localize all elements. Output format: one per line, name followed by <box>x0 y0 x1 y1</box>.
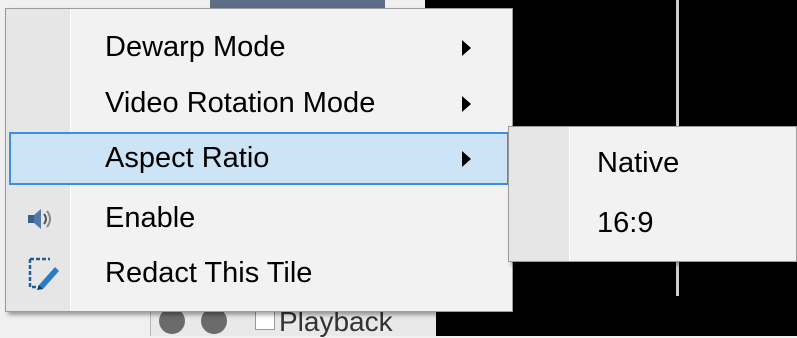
menu-item-redact-this-tile[interactable]: Redact This Tile <box>9 247 509 300</box>
aspect-ratio-submenu: Native 16:9 <box>508 126 797 262</box>
menu-item-label: Aspect Ratio <box>105 142 270 174</box>
menu-item-dewarp-mode[interactable]: Dewarp Mode <box>9 21 509 74</box>
submenu-item-label: Native <box>597 147 680 179</box>
menu-item-enable[interactable]: Enable <box>9 192 509 245</box>
submenu-arrow-icon <box>462 40 471 56</box>
menu-item-video-rotation-mode[interactable]: Video Rotation Mode <box>9 77 509 130</box>
submenu-item-label: 16:9 <box>597 207 654 239</box>
menu-item-label: Dewarp Mode <box>105 31 286 63</box>
submenu-arrow-icon <box>462 96 471 112</box>
redact-pencil-icon <box>25 255 61 291</box>
submenu-item-16-9[interactable]: 16:9 <box>509 193 796 253</box>
menu-item-aspect-ratio[interactable]: Aspect Ratio <box>9 132 509 185</box>
speaker-icon <box>25 204 55 234</box>
menu-item-label: Redact This Tile <box>105 257 313 289</box>
submenu-arrow-icon <box>462 151 471 167</box>
playback-checkbox[interactable] <box>255 310 275 330</box>
menu-item-label: Video Rotation Mode <box>105 87 376 119</box>
menu-item-label: Enable <box>105 202 196 234</box>
context-menu: Dewarp Mode Video Rotation Mode Aspect R… <box>5 8 513 312</box>
submenu-item-native[interactable]: Native <box>509 133 796 193</box>
